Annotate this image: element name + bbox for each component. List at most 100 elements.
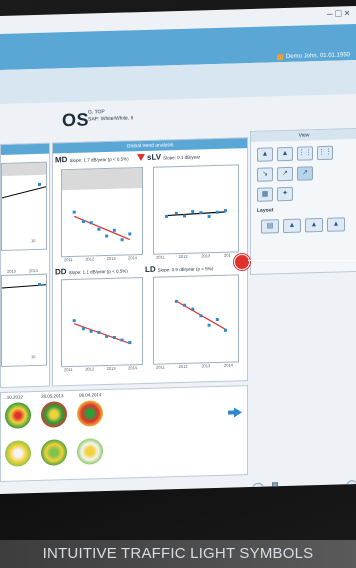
visual-field-map[interactable] [5,440,31,467]
visit-date: 28.05.2013 [41,393,64,399]
slv-title: sLV Slope: 0.1 dB/year [137,151,200,162]
data-point [81,219,85,224]
y-tick: 15 [31,238,36,244]
patient-icon [276,54,283,61]
data-point [174,211,178,215]
regression-line [73,215,131,241]
global-trend-view-button[interactable]: ↗ [297,166,313,181]
x-tick: 2013 [201,253,211,259]
red-warning-icon [137,153,145,162]
data-point [112,228,116,232]
left-trend-panel: 15 2013 2014 15 [0,142,50,388]
data-point [38,282,41,286]
data-point [105,334,109,338]
data-point [207,323,211,327]
md-title: MD Slope: 1.7 dB/year (p < 0.5%) [55,153,129,164]
x-tick: 201 [224,252,231,258]
single-field-view-button[interactable]: ▲ [257,147,273,162]
x-tick: 2011 [156,254,165,260]
md-plot [72,210,132,242]
dd-title: DD Slope: 1.1 dB/year (p < 0.5%) [55,265,128,276]
md-chart [61,167,143,258]
cluster-view-button[interactable]: ↘ [257,167,273,182]
data-point [165,214,169,218]
view-header: View [251,129,356,142]
x-tick: 2012 [85,256,95,262]
data-point [191,210,195,214]
layout-option-4[interactable]: ▲ [327,217,345,232]
data-point [89,221,93,225]
test-type: SAP: White/White, II [88,115,134,123]
ld-chart [153,274,239,365]
eye-label: OS [62,109,90,131]
ld-code: LD [145,264,156,274]
layout-option-3[interactable]: ▲ [305,217,323,233]
layout-label: Layout [257,207,274,214]
left-chart-bottom [1,273,47,367]
visual-field-map[interactable] [41,439,67,466]
x-tick: 2013 [106,255,116,262]
left-chart-top [1,161,47,251]
ld-stat: Slope: 0.9 dB/year (p < 5%) [157,266,214,273]
data-point [97,330,101,334]
data-point [199,211,203,215]
x-tick: 2014 [128,255,137,261]
x-tick: 2012 [85,366,95,372]
y-tick: 15 [31,354,36,360]
data-point [81,327,85,331]
dd-chart [61,277,143,368]
data-point [215,210,219,214]
quad-view-button[interactable]: ⋮⋮ [317,145,333,161]
ld-title: LD Slope: 0.9 dB/year (p < 5%) [145,263,213,274]
data-point [183,214,187,218]
window-controls[interactable]: – □ × [327,8,350,20]
trend-view-button[interactable]: ↗ [277,166,293,182]
md-stat: Slope: 1.7 dB/year (p < 0.5%) [69,156,129,164]
table-view-button[interactable]: ▦ [257,187,273,202]
grid-view-button[interactable]: ⋮⋮ [297,146,313,161]
dual-field-view-button[interactable]: ▲ [277,146,293,162]
data-point [97,227,101,231]
visual-field-map[interactable] [5,402,31,429]
slv-code: sLV [147,152,162,162]
visual-field-strip: ...10.2012 28.05.2013 08.04.2014 [0,385,248,482]
data-point [72,319,76,323]
visual-field-map[interactable] [41,401,67,428]
ld-plot [174,299,227,332]
data-point [223,328,227,332]
md-code: MD [55,155,68,165]
data-point [72,210,76,214]
light-view-button[interactable]: ✦ [277,186,293,202]
layout-option-1[interactable]: ▤ [261,219,279,234]
data-point [89,329,93,333]
x-tick: 2011 [156,364,165,370]
x-tick: 2013 [106,365,116,372]
x-tick: 2012 [178,253,188,260]
data-point [120,338,124,342]
traffic-light-warning-icon [234,254,250,270]
visual-field-map[interactable] [77,438,103,465]
x-tick: 2012 [178,363,188,370]
visit-date: ...10.2012 [3,394,24,400]
dd-plot [72,319,132,345]
slv-stat: Slope: 0.1 dB/year [163,154,201,161]
x-tick: 2011 [64,366,73,373]
visit-date: 08.04.2014 [79,392,102,398]
data-point [215,317,219,322]
trend-line [2,186,46,199]
visual-field-map[interactable] [77,400,103,427]
data-point [199,314,203,318]
data-point [38,182,41,186]
data-point [128,232,132,236]
next-arrow-icon[interactable] [234,407,242,418]
view-panel: View ▲ ▲ ⋮⋮ ⋮⋮ ↘ ↗ ↗ ▦ ✦ Layout ▤ ▲ ▲ ▲ [250,128,356,276]
data-point [207,215,211,219]
global-trend-panel: Global trend analysis MD Slope: 1.7 dB/ye… [52,137,248,387]
dd-stat: Slope: 1.1 dB/year (p < 0.5%) [68,268,128,276]
callout-line [248,260,356,261]
slv-chart [153,164,239,255]
app-screen: – □ × Demo John, 01.01.1950 OS G, TOP SA… [0,6,356,494]
layout-option-2[interactable]: ▲ [283,218,301,234]
dd-code: DD [55,267,67,277]
left-panel-header [1,143,49,155]
